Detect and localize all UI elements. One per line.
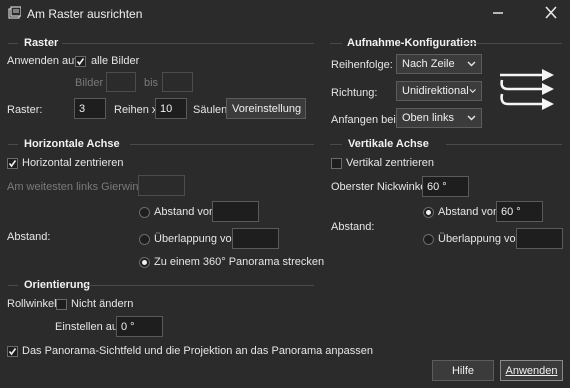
v-distance-radio[interactable] [423, 207, 434, 218]
section-rule [330, 144, 342, 145]
adapt-fov-checkbox[interactable] [7, 346, 18, 357]
no-change-label: Nicht ändern [71, 298, 134, 310]
roll-label: Rollwinkel [7, 298, 57, 310]
adapt-fov-label: Das Panorama-Sichtfeld und die Projektio… [22, 345, 373, 357]
chevron-down-icon [467, 61, 476, 67]
section-rule [62, 43, 314, 44]
v-distance-field[interactable]: 60 ° [496, 201, 543, 222]
start-dropdown[interactable]: Oben links [396, 108, 482, 128]
order-dropdown[interactable]: Nach Zeile [396, 54, 482, 74]
direction-dropdown[interactable]: Unidirektional [396, 81, 482, 101]
help-button[interactable]: Hilfe [432, 360, 494, 381]
order-value: Nach Zeile [402, 58, 455, 70]
section-rule [330, 43, 342, 44]
raster-section-title: Raster [24, 37, 59, 49]
top-pitch-label: Oberster Nickwinkel: [331, 181, 432, 193]
capture-order-arrows-icon [500, 69, 554, 110]
h-distance-field[interactable] [212, 201, 259, 222]
h-overlap-field[interactable] [232, 228, 279, 249]
leftmost-yaw-field[interactable] [138, 175, 185, 196]
h-distance-label: Abstand von [154, 206, 216, 218]
images-from-field[interactable] [106, 72, 136, 92]
v-spacing-label: Abstand: [331, 221, 375, 233]
start-label: Anfangen bei: [331, 114, 399, 126]
h-spacing-label: Abstand: [7, 231, 51, 243]
all-images-label: alle Bilder [91, 55, 140, 67]
vertical-center-label: Vertikal zentrieren [346, 157, 435, 169]
radio-selected-dot [426, 210, 431, 215]
images-to-field[interactable] [162, 72, 193, 92]
checkmark-icon [76, 58, 85, 66]
vertical-section-title: Vertikale Achse [348, 138, 429, 150]
section-rule [8, 144, 18, 145]
help-button-label: Hilfe [451, 364, 474, 377]
section-rule [8, 285, 18, 286]
cols-field[interactable]: 10 [155, 98, 187, 119]
all-images-checkbox[interactable] [75, 56, 86, 67]
preset-label: Voreinstellung [232, 102, 302, 115]
orientation-section-title: Orientierung [24, 279, 91, 291]
apply-button[interactable]: Anwenden [500, 360, 563, 381]
h-stretch-radio[interactable] [139, 257, 150, 268]
h-overlap-label: Überlappung von [154, 233, 238, 245]
apply-button-label: Anwenden [505, 364, 558, 377]
capture-section-title: Aufnahme-Konfiguration [347, 37, 477, 49]
h-overlap-radio[interactable] [139, 234, 150, 245]
checkmark-icon [8, 160, 17, 168]
checkmark-icon [8, 348, 17, 356]
section-rule [86, 285, 314, 286]
rows-label: Reihen x [114, 104, 158, 116]
no-change-checkbox[interactable] [56, 299, 67, 310]
rows-field[interactable]: 3 [74, 98, 106, 119]
v-distance-label: Abstand von [438, 206, 500, 218]
section-rule [130, 144, 314, 145]
h-stretch-label: Zu einem 360° Panorama strecken [154, 256, 325, 268]
chevron-down-icon [469, 88, 476, 94]
v-overlap-label: Überlappung von [438, 233, 522, 245]
cols-label: Säulen [193, 104, 228, 116]
apply-to-label: Anwenden auf: [7, 55, 81, 67]
preset-dropdown[interactable]: Voreinstellung [226, 98, 306, 119]
close-icon[interactable] [540, 3, 562, 23]
minimize-icon[interactable] [487, 3, 509, 23]
v-overlap-radio[interactable] [423, 234, 434, 245]
order-label: Reihenfolge: [331, 59, 393, 71]
images-to-label: bis [144, 77, 159, 89]
horizontal-center-label: Horizontal zentrieren [22, 157, 124, 169]
window-title: Am Raster ausrichten [27, 7, 143, 21]
direction-label: Richtung: [331, 87, 378, 99]
dialog-icon [8, 6, 21, 19]
chevron-down-icon [467, 115, 476, 121]
direction-value: Unidirektional [402, 85, 469, 97]
h-distance-radio[interactable] [139, 207, 150, 218]
images-label: Bilder [75, 77, 104, 89]
set-to-label: Einstellen auf [55, 321, 122, 333]
v-overlap-field[interactable] [516, 228, 563, 249]
grid-label: Raster: [7, 104, 43, 116]
start-value: Oben links [402, 112, 454, 124]
set-to-field[interactable]: 0 ° [116, 316, 163, 337]
horizontal-center-checkbox[interactable] [7, 158, 18, 169]
section-rule [446, 144, 562, 145]
radio-selected-dot [142, 260, 147, 265]
horizontal-section-title: Horizontale Achse [24, 138, 120, 150]
section-rule [462, 43, 562, 44]
vertical-center-checkbox[interactable] [331, 158, 342, 169]
leftmost-yaw-label: Am weitesten links Gierwinkel: [7, 181, 156, 193]
section-rule [8, 43, 18, 44]
top-pitch-field[interactable]: 60 ° [422, 176, 469, 197]
